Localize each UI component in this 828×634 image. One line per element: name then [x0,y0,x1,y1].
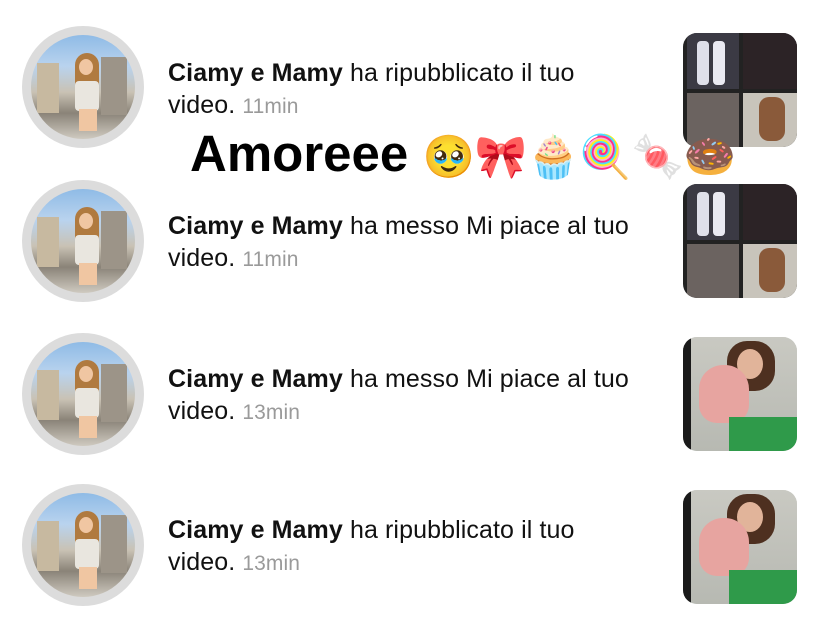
avatar-photo [31,342,135,446]
avatar[interactable] [22,26,144,148]
video-thumbnail[interactable] [683,184,797,298]
notification-text: Ciamy e Mamy ha messo Mi piace al tuo vi… [168,363,648,429]
video-thumbnail[interactable] [683,490,797,604]
username[interactable]: Ciamy e Mamy [168,365,343,393]
notification-text: Ciamy e Mamy ha ripubblicato il tuo vide… [168,57,648,123]
avatar-photo [31,35,135,139]
avatar[interactable] [22,180,144,302]
timestamp: 13min [242,401,301,424]
notification-text: Ciamy e Mamy ha ripubblicato il tuo vide… [168,514,648,580]
notification-row[interactable]: Ciamy e Mamy ha ripubblicato il tuo vide… [0,484,828,634]
avatar[interactable] [22,484,144,606]
notification-text: Ciamy e Mamy ha messo Mi piace al tuo vi… [168,210,648,276]
timestamp: 13min [242,552,301,575]
username[interactable]: Ciamy e Mamy [168,59,343,87]
timestamp: 11min [242,248,299,271]
username[interactable]: Ciamy e Mamy [168,516,343,544]
caption-emojis: 🥹🎀🧁🍭🍬🍩 [422,132,737,181]
timestamp: 11min [242,95,299,118]
avatar-photo [31,493,135,597]
avatar-photo [31,189,135,293]
video-thumbnail[interactable] [683,337,797,451]
caption-text: Amoreee [190,125,409,182]
notification-row[interactable]: Ciamy e Mamy ha messo Mi piace al tuo vi… [0,333,828,483]
caption-overlay: Amoreee 🥹🎀🧁🍭🍬🍩 [190,124,736,187]
notification-row[interactable]: Ciamy e Mamy ha messo Mi piace al tuo vi… [0,180,828,330]
avatar[interactable] [22,333,144,455]
username[interactable]: Ciamy e Mamy [168,212,343,240]
